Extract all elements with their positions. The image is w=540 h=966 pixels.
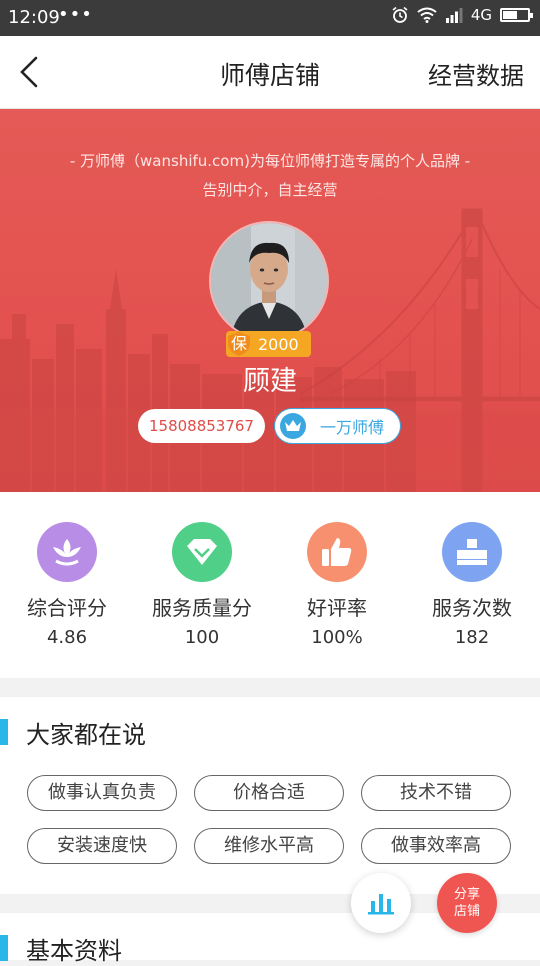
review-tag[interactable]: 做事效率高	[361, 828, 511, 864]
review-tag[interactable]: 做事认真负责	[27, 775, 177, 811]
stat-overall-score: 综合评分 4.86	[0, 522, 134, 648]
reviews-section: 大家都在说 做事认真负责 价格合适 技术不错 安装速度快 维修水平高 做事效率高	[0, 697, 540, 894]
slogan-line-2: 告别中介，自主经营	[202, 181, 338, 199]
reviews-title: 大家都在说	[26, 721, 146, 749]
master-name: 顾建	[243, 366, 297, 397]
shield-icon: 保	[226, 331, 252, 357]
share-label-line1: 分享	[453, 887, 480, 902]
avatar[interactable]	[209, 221, 329, 341]
status-time: 12:09	[8, 7, 60, 28]
review-tag[interactable]: 价格合适	[194, 775, 344, 811]
review-tag[interactable]: 维修水平高	[194, 828, 344, 864]
stat-label: 综合评分	[27, 596, 107, 620]
stats-chart-button[interactable]	[351, 873, 411, 933]
battery-icon	[500, 8, 533, 22]
brand-button[interactable]: 一万师傅	[274, 408, 401, 444]
avatar-photo	[211, 223, 327, 339]
thumbs-up-icon	[307, 522, 367, 582]
badge-char: 保	[230, 334, 247, 353]
stat-value: 100%	[311, 627, 363, 648]
blocks-icon	[442, 522, 502, 582]
bar-chart-icon	[368, 894, 394, 915]
stat-value: 4.86	[46, 627, 88, 648]
stat-quality-score: 服务质量分 100	[135, 522, 269, 648]
stat-positive-rate: 好评率 100%	[270, 522, 404, 648]
nav-bar: 师傅店铺 经营数据	[0, 36, 540, 109]
signal-icon	[445, 8, 463, 23]
stat-label: 好评率	[307, 596, 367, 620]
lotus-icon	[37, 522, 97, 582]
share-label-line2: 店铺	[453, 904, 480, 919]
stat-value: 100	[184, 627, 220, 648]
section-accent-bar	[0, 719, 8, 745]
network-type: 4G	[470, 6, 492, 24]
business-data-link[interactable]: 经营数据	[428, 56, 524, 91]
wifi-icon	[417, 7, 437, 23]
crown-icon	[280, 413, 306, 439]
section-accent-bar	[0, 935, 8, 961]
notification-dots: •••	[58, 4, 93, 25]
status-bar: 12:09 ••• 4G	[0, 0, 540, 36]
stat-label: 服务质量分	[152, 596, 252, 620]
brand-label: 一万师傅	[320, 418, 385, 437]
diamond-icon	[172, 522, 232, 582]
deposit-badge: 保 2000	[226, 331, 311, 357]
share-shop-button[interactable]: 分享 店铺	[437, 873, 497, 933]
review-tag[interactable]: 技术不错	[361, 775, 511, 811]
deposit-amount: 2000	[258, 334, 299, 354]
stat-service-count: 服务次数 182	[405, 522, 539, 648]
stats-panel: 综合评分 4.86 服务质量分 100 好评率 100% 服务次数 182	[0, 492, 540, 678]
stat-value: 182	[454, 627, 490, 648]
shop-banner: - 万师傅（wanshifu.com)为每位师傅打造专属的个人品牌 - 告别中介…	[0, 109, 540, 492]
stat-label: 服务次数	[432, 596, 512, 620]
alarm-icon	[392, 6, 408, 23]
review-tag[interactable]: 安装速度快	[27, 828, 177, 864]
slogan-line-1: - 万师傅（wanshifu.com)为每位师傅打造专属的个人品牌 -	[69, 152, 471, 170]
phone-button[interactable]: 15808853767	[138, 409, 265, 443]
basic-info-title: 基本资料	[26, 937, 122, 965]
